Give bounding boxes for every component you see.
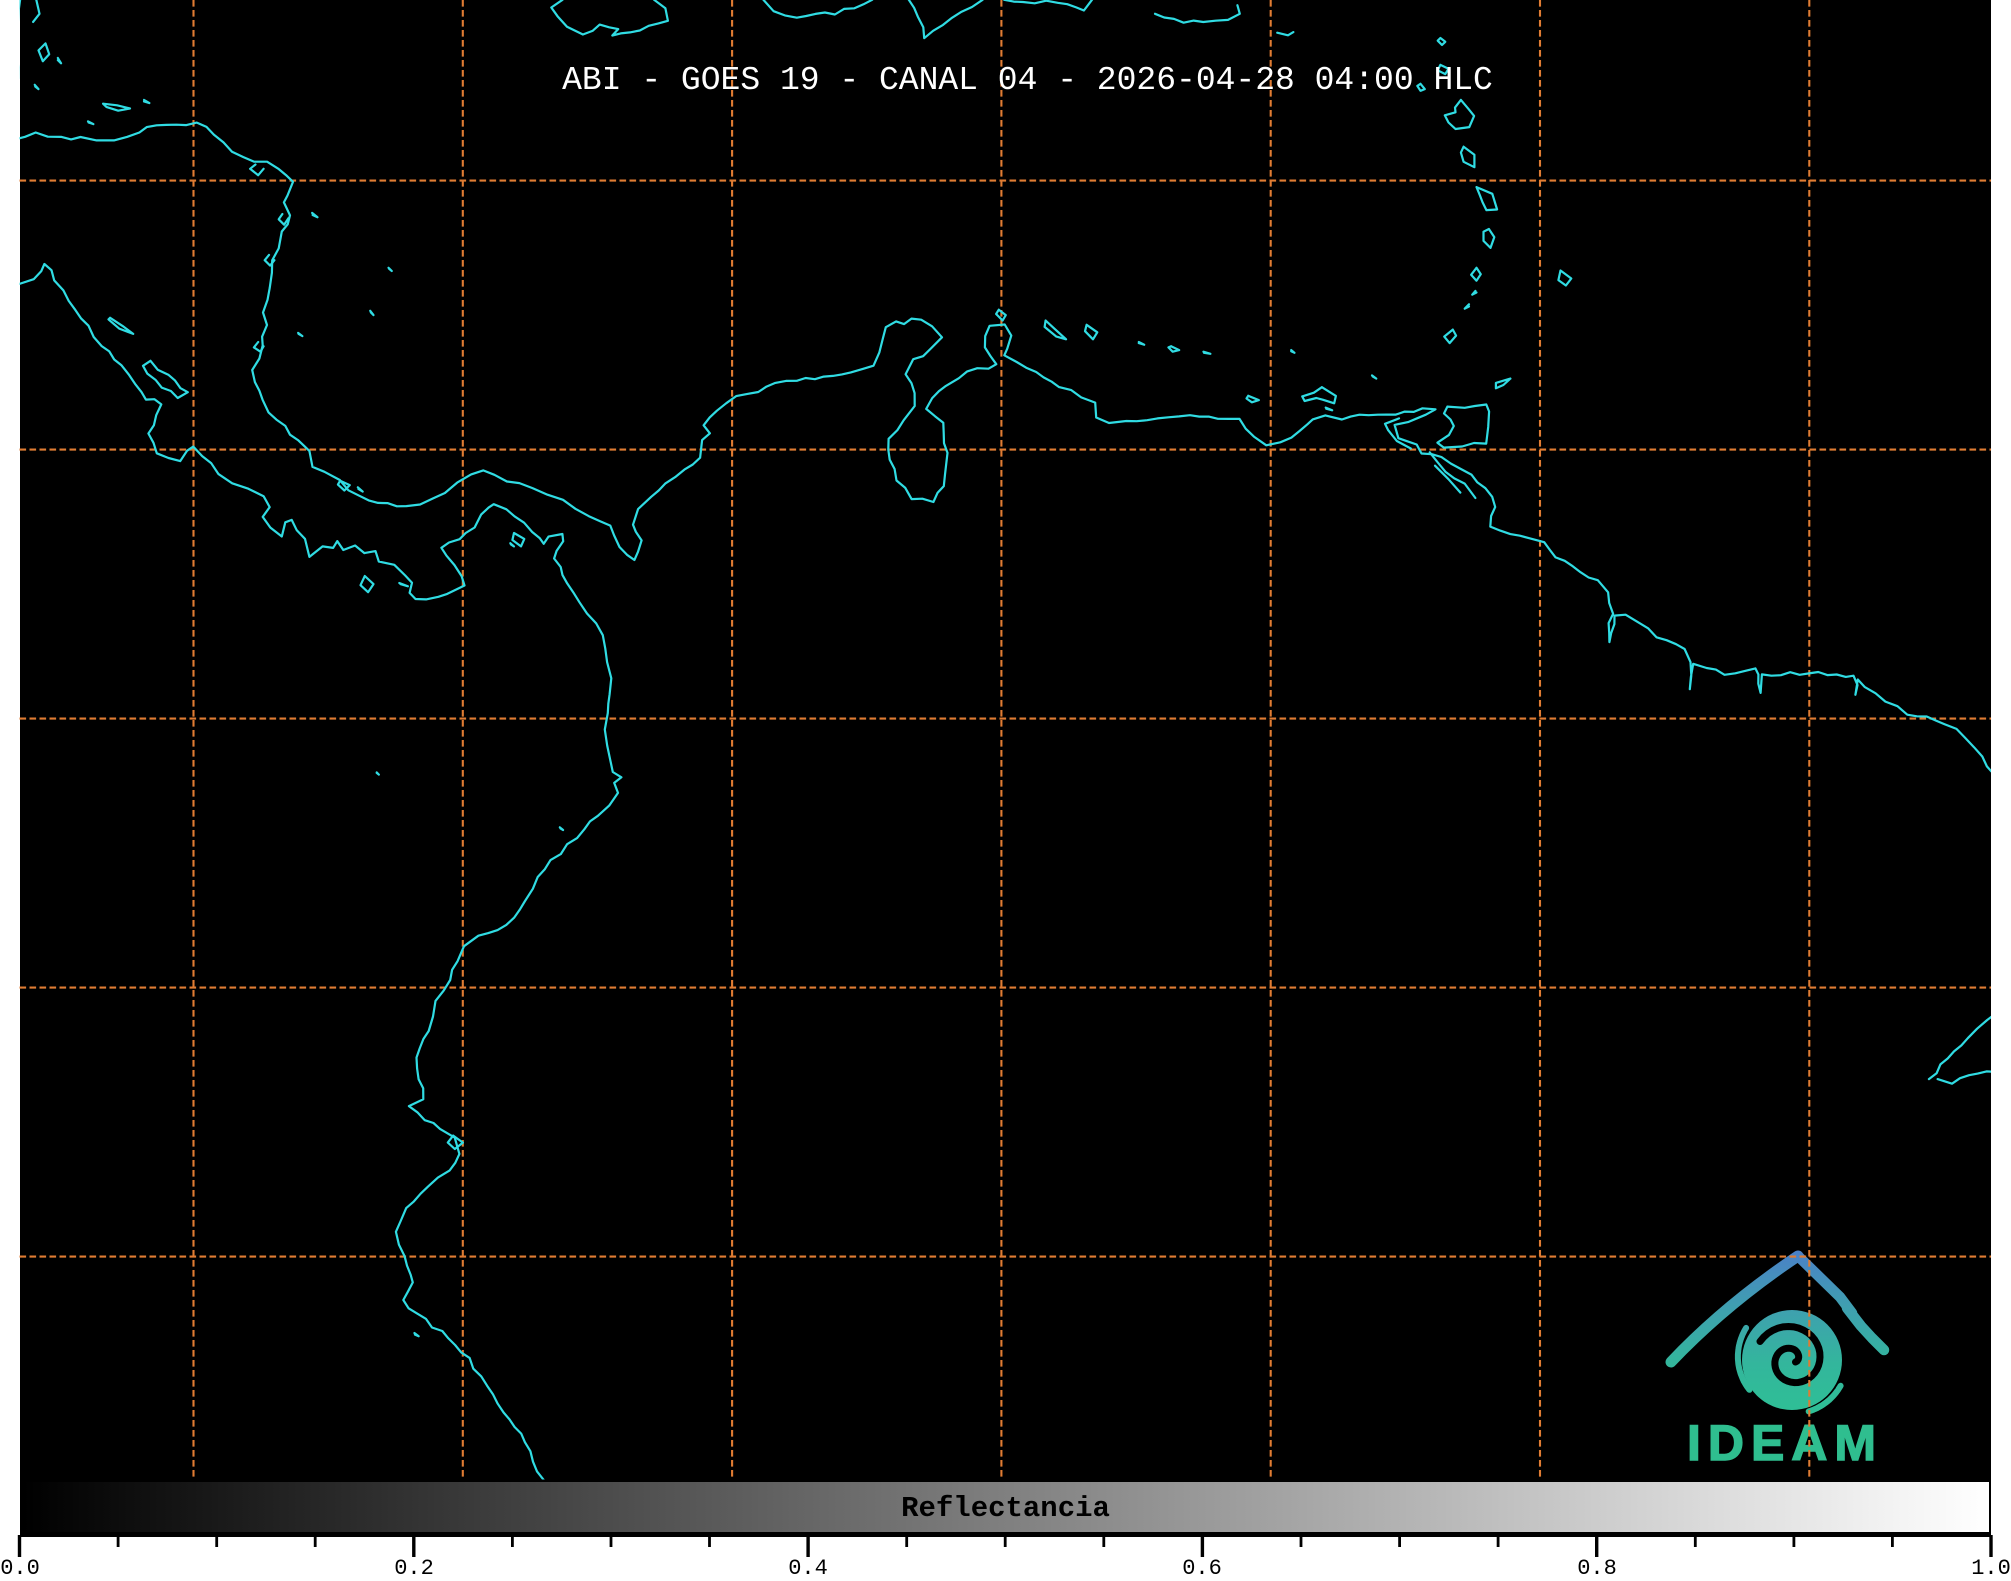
svg-text:IDEAM: IDEAM [1687, 1415, 1883, 1471]
